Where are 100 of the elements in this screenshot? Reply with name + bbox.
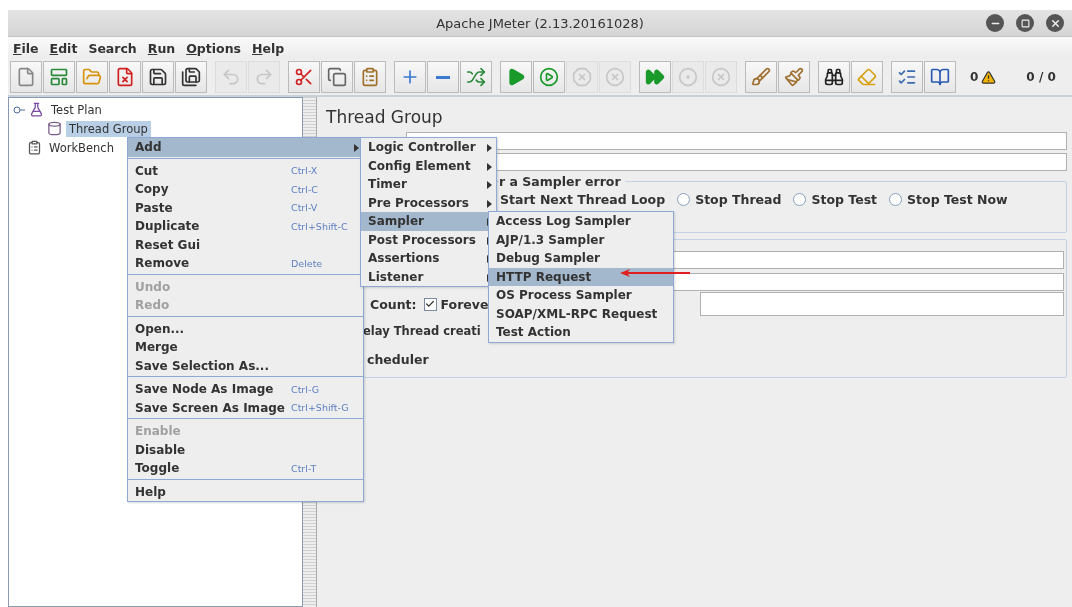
menu-item[interactable]: Help [128, 482, 363, 501]
menu-item[interactable]: Logic Controller [361, 138, 496, 157]
input-field[interactable] [700, 292, 1064, 316]
menu-item[interactable]: Run [147, 40, 176, 56]
menu-item[interactable]: Test Action [489, 323, 673, 342]
menu-item[interactable]: Debug Sampler [489, 249, 673, 268]
menu-item[interactable]: Edit [49, 40, 78, 56]
clear-all-button[interactable] [778, 61, 810, 93]
radio-button[interactable] [793, 193, 807, 206]
checkbox[interactable] [423, 297, 437, 311]
shortcut-label: Ctrl+Shift-C [291, 220, 348, 232]
warning-icon [981, 69, 997, 85]
redo-icon [254, 67, 274, 87]
undo-icon [221, 67, 241, 87]
copy-icon [327, 67, 347, 87]
menu-item[interactable]: OS Process Sampler [489, 286, 673, 305]
close-button[interactable] [109, 61, 141, 93]
option-label: Stop Test Now [907, 192, 1008, 207]
remote-play-icon [645, 67, 665, 87]
templates-button[interactable] [43, 61, 75, 93]
close-icon [1049, 17, 1061, 29]
minimize-button[interactable] [986, 14, 1004, 32]
option-label: Stop Thread [695, 192, 782, 207]
radio-button[interactable] [889, 193, 903, 206]
clear-button[interactable] [745, 61, 777, 93]
flask-icon [29, 102, 44, 117]
stop-icon [572, 67, 592, 87]
tree-item[interactable]: Test Plan [48, 101, 105, 118]
copy-button[interactable] [321, 61, 353, 93]
menu-item[interactable]: Toggle Ctrl-T [128, 459, 363, 478]
templates-icon [49, 67, 69, 87]
menu-item[interactable]: Remove Delete [128, 254, 363, 273]
window-title: Apache JMeter (2.13.20161028) [436, 15, 644, 31]
thread-count: 0 / 0 [1026, 70, 1056, 84]
toggle-icon [466, 67, 486, 87]
tree-item[interactable]: WorkBench [46, 139, 117, 156]
checkbox-label: elay Thread creati [363, 324, 481, 338]
maximize-button[interactable] [1016, 14, 1034, 32]
menu-item[interactable]: Cut Ctrl-X [128, 161, 363, 180]
toggle-button[interactable] [460, 61, 492, 93]
paste-button[interactable] [354, 61, 386, 93]
shortcut-label: Ctrl-X [291, 165, 318, 177]
clipboard-icon [27, 140, 42, 155]
tree-item[interactable]: Thread Group [66, 120, 151, 137]
menu-item[interactable]: Reset Gui [128, 235, 363, 254]
start-no-pauses-button[interactable] [533, 61, 565, 93]
menu-item[interactable]: Save Node As Image Ctrl-G [128, 380, 363, 399]
menu-item[interactable]: Merge [128, 338, 363, 357]
pointer-arrow [620, 268, 690, 278]
save-button[interactable] [142, 61, 174, 93]
option-label: Stop Test [811, 192, 878, 207]
menu-item[interactable]: Pre Processors [361, 193, 496, 212]
cut-button[interactable] [288, 61, 320, 93]
menu-item[interactable]: Options [186, 40, 241, 56]
shortcut-label: Ctrl-G [291, 383, 320, 395]
folder-icon [82, 67, 102, 87]
menu-item[interactable]: AJP/1.3 Sampler [489, 230, 673, 249]
new-button[interactable] [10, 61, 42, 93]
search-button[interactable] [818, 61, 850, 93]
play-icon [539, 67, 559, 87]
menu-item[interactable]: Paste Ctrl-V [128, 198, 363, 217]
menu-item[interactable]: Save Selection As... [128, 356, 363, 375]
close-button[interactable] [1046, 14, 1064, 32]
shortcut-label: Ctrl-V [291, 202, 318, 214]
clipboard-icon [360, 67, 380, 87]
menu-item[interactable]: Help [252, 40, 285, 56]
checkbox-label: cheduler [367, 351, 429, 367]
menu-item[interactable]: File [13, 40, 39, 56]
remote-stop-icon [678, 67, 698, 87]
menu-item[interactable]: Config Element [361, 156, 496, 175]
menu-item[interactable]: Duplicate Ctrl+Shift-C [128, 217, 363, 236]
menu-item[interactable]: Add [128, 138, 363, 157]
save-as-button[interactable] [175, 61, 207, 93]
input-field[interactable] [406, 132, 1067, 150]
open-button[interactable] [76, 61, 108, 93]
help-button[interactable] [924, 61, 956, 93]
shortcut-label: Ctrl+Shift-G [291, 402, 349, 414]
document-close-icon [115, 67, 135, 87]
menu-item[interactable]: SOAP/XML-RPC Request [489, 304, 673, 323]
panel-title: Thread Group [326, 106, 444, 129]
menu-item[interactable]: Open... [128, 319, 363, 338]
tree-toggle-icon[interactable] [13, 104, 25, 115]
menu-item[interactable]: Disable [128, 440, 363, 459]
function-helper-button[interactable] [891, 61, 923, 93]
menu-item[interactable]: Copy Ctrl-C [128, 180, 363, 199]
menu-item[interactable]: Save Screen As Image Ctrl+Shift-G [128, 398, 363, 417]
menu-item[interactable]: Timer [361, 175, 496, 194]
error-count: 0 [970, 70, 979, 84]
binoculars-icon [824, 67, 844, 87]
remote-shutdown-icon [711, 67, 731, 87]
remote-start-button[interactable] [639, 61, 671, 93]
radio-button[interactable] [677, 193, 691, 206]
list-icon [897, 67, 917, 87]
checkbox-label: Foreve [440, 296, 489, 312]
collapse-button[interactable] [427, 61, 459, 93]
option-label: Start Next Thread Loop [500, 192, 666, 207]
minus-icon [436, 75, 450, 79]
start-button[interactable] [500, 61, 532, 93]
expand-button[interactable] [394, 61, 426, 93]
menu-item[interactable]: Search [88, 40, 137, 56]
